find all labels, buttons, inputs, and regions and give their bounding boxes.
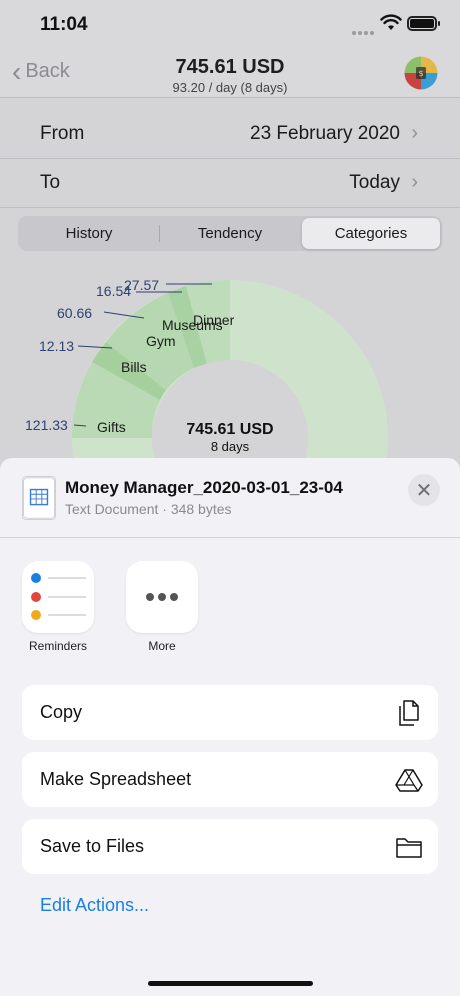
reminders-icon — [31, 573, 86, 620]
chevron-right-icon: › — [411, 171, 418, 193]
donut-center-days: 8 days — [211, 439, 250, 454]
tab-tendency[interactable]: Tendency — [160, 218, 300, 249]
navigation-bar: ‹ Back 745.61 USD 93.20 / day (8 days) $ — [0, 50, 460, 98]
folder-icon — [396, 838, 422, 858]
view-segmented-control: History Tendency Categories — [18, 216, 442, 251]
reminders-label: Reminders — [28, 639, 88, 653]
from-label: From — [40, 123, 85, 144]
more-app-button[interactable] — [126, 561, 198, 633]
value-label-museums: 16.54 — [96, 283, 131, 299]
status-time: 11:04 — [40, 14, 88, 35]
tab-history[interactable]: History — [20, 218, 158, 249]
value-label-gym: 60.66 — [57, 305, 92, 321]
share-file-header: Money Manager_2020-03-01_23-04 Text Docu… — [0, 458, 460, 538]
share-sheet: Money Manager_2020-03-01_23-04 Text Docu… — [0, 458, 460, 996]
save-to-files-action[interactable]: Save to Files — [22, 819, 438, 874]
file-meta: Text Document · 348 bytes — [65, 501, 232, 517]
save-to-files-label: Save to Files — [40, 836, 145, 856]
category-label-gym: Gym — [146, 333, 176, 349]
document-icon — [22, 476, 56, 520]
from-value: 23 February 2020 — [250, 123, 400, 144]
category-label-gifts: Gifts — [97, 419, 126, 435]
app-logo-icon[interactable]: $ — [404, 56, 438, 90]
make-spreadsheet-action[interactable]: Make Spreadsheet — [22, 752, 438, 807]
from-row[interactable]: From 23 February 2020 › — [0, 110, 460, 159]
value-label-bills: 12.13 — [39, 338, 74, 354]
close-button[interactable]: ✕ — [408, 474, 440, 506]
page-title: 745.61 USD — [175, 56, 285, 78]
copy-icon — [399, 700, 419, 726]
file-name: Money Manager_2020-03-01_23-04 — [65, 478, 343, 497]
to-value: Today — [349, 172, 400, 193]
more-icon — [146, 593, 178, 601]
chevron-right-icon: › — [411, 122, 418, 144]
battery-icon — [407, 16, 440, 31]
tab-categories[interactable]: Categories — [302, 218, 440, 249]
make-spreadsheet-label: Make Spreadsheet — [40, 769, 192, 789]
category-label-museums: Museums — [162, 317, 223, 333]
donut-center-total: 745.61 USD — [186, 421, 273, 438]
spreadsheet-icon — [395, 769, 423, 792]
to-row[interactable]: To Today › — [0, 159, 460, 208]
copy-label: Copy — [40, 702, 83, 722]
signal-icon — [352, 22, 376, 35]
svg-text:$: $ — [418, 69, 423, 78]
category-donut-chart: 27.57 16.54 60.66 12.13 121.33 Dinner Mu… — [25, 277, 388, 460]
page-subtitle: 93.20 / day (8 days) — [172, 80, 288, 95]
edit-actions-link[interactable]: Edit Actions... — [40, 895, 149, 916]
home-indicator — [148, 981, 313, 986]
copy-action[interactable]: Copy — [22, 685, 438, 740]
close-icon: ✕ — [415, 479, 433, 502]
value-label-gifts: 121.33 — [25, 417, 68, 433]
reminders-app-button[interactable] — [22, 561, 94, 633]
status-bar: 11:04 — [0, 0, 460, 50]
wifi-icon — [380, 14, 402, 30]
more-label: More — [148, 639, 176, 653]
to-label: To — [40, 172, 61, 193]
category-label-bills: Bills — [121, 359, 147, 375]
